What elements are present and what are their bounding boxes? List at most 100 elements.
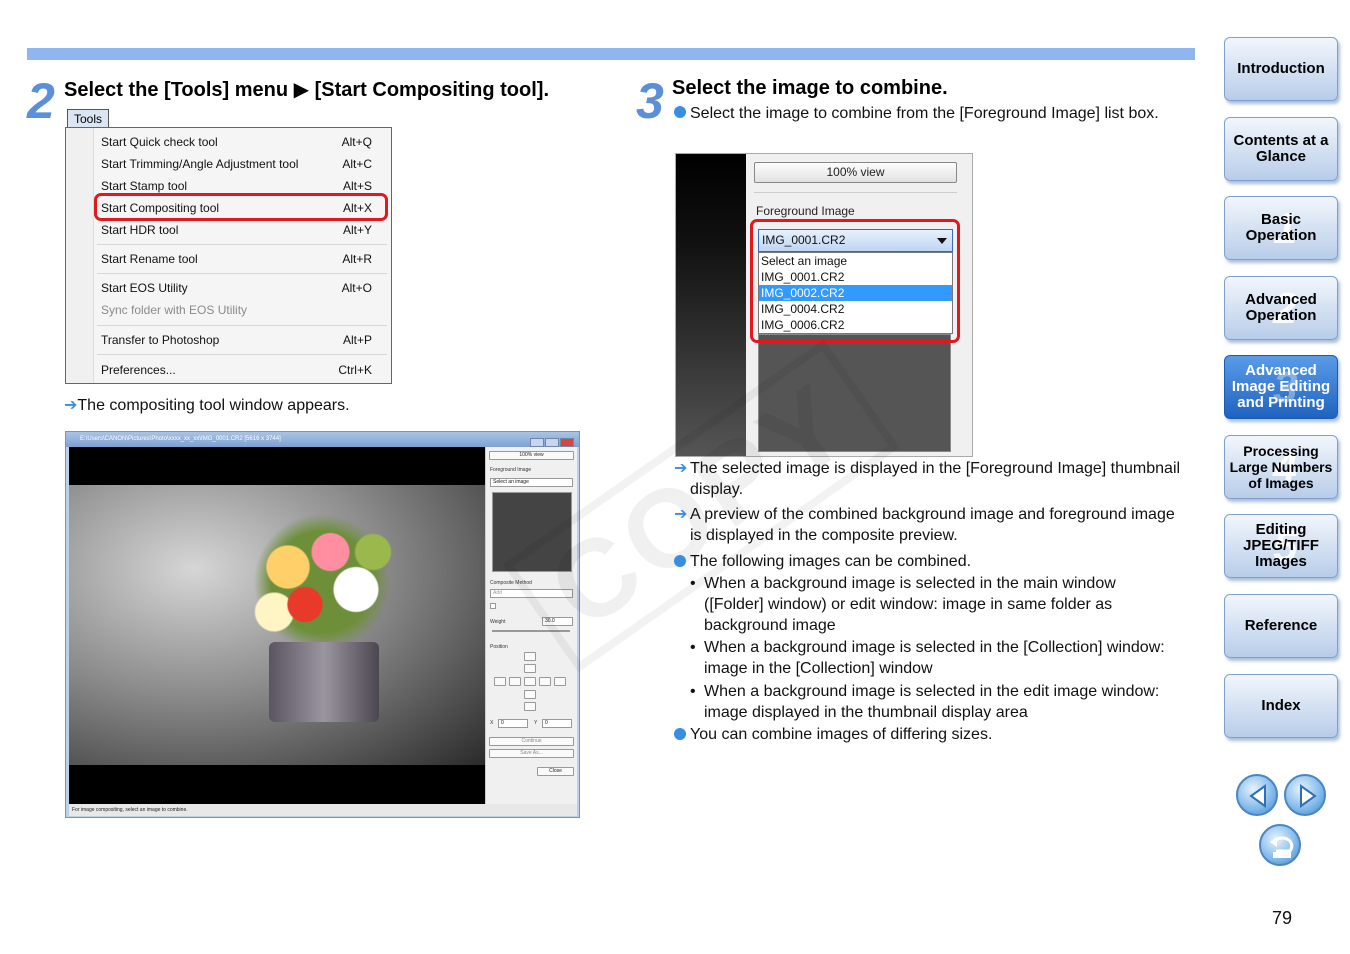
step-2-title: Select the [Tools] menu ▶ [Start Composi… xyxy=(64,79,550,101)
sub-bullet-3: When a background image is selected in t… xyxy=(704,683,1160,721)
menu-item-hdr[interactable]: Start HDR tool Alt+Y xyxy=(101,220,386,240)
step-3-intro: Select the image to combine from the [Fo… xyxy=(690,105,1159,122)
move-center-button[interactable] xyxy=(524,677,536,686)
position-label: Position xyxy=(490,644,508,650)
menu-item-eos-utility[interactable]: Start EOS Utility Alt+O xyxy=(101,278,386,298)
x-value[interactable]: 0 xyxy=(498,719,528,728)
nav-label: Advanced Operation xyxy=(1245,291,1317,324)
menu-item-preferences[interactable]: Preferences... Ctrl+K xyxy=(101,360,386,380)
menu-item-photoshop[interactable]: Transfer to Photoshop Alt+P xyxy=(101,330,386,350)
next-page-icon[interactable] xyxy=(1284,774,1326,816)
bullet-dot-icon xyxy=(674,106,686,118)
nav-advanced-operation[interactable]: 2 Advanced Operation xyxy=(1224,276,1338,340)
menu-item-shortcut: Alt+O xyxy=(341,281,372,295)
nav-contents[interactable]: Contents at a Glance xyxy=(1224,117,1338,181)
menu-item-shortcut: Ctrl+K xyxy=(338,363,372,377)
step-2-result-text: The compositing tool window appears. xyxy=(77,397,350,414)
menu-item-shortcut: Alt+P xyxy=(342,333,372,347)
move-down-button[interactable] xyxy=(524,690,536,699)
option-checkbox[interactable] xyxy=(490,603,496,609)
menu-separator xyxy=(97,273,387,274)
fg-image-select[interactable]: Select an image xyxy=(490,478,573,487)
sizes-text: You can combine images of differing size… xyxy=(690,726,993,743)
close-button[interactable]: Close xyxy=(537,767,574,776)
menu-item-label: Start Rename tool xyxy=(101,252,198,266)
highlight-fg-list xyxy=(750,219,960,343)
maximize-icon[interactable] xyxy=(545,438,559,447)
divider xyxy=(754,192,957,193)
nav-basic-operation[interactable]: 1 Basic Operation xyxy=(1224,196,1338,260)
bullet-dot-icon xyxy=(674,728,686,740)
window-buttons xyxy=(529,434,577,447)
menu-item-sync-folder: Sync folder with EOS Utility xyxy=(101,300,386,320)
nav-processing-large-numbers[interactable]: 4 Processing Large Numbers of Images xyxy=(1224,435,1338,499)
nav-label: Basic Operation xyxy=(1245,211,1317,244)
fg-image-label: Foreground Image xyxy=(756,204,855,218)
menu-item-rename[interactable]: Start Rename tool Alt+R xyxy=(101,249,386,269)
nav-introduction[interactable]: Introduction xyxy=(1224,37,1338,101)
minimize-icon[interactable] xyxy=(530,438,544,447)
close-icon[interactable] xyxy=(560,438,574,447)
return-icon[interactable] xyxy=(1259,824,1301,866)
weight-label: Weight xyxy=(490,619,506,625)
menu-item-label: Start HDR tool xyxy=(101,223,179,237)
move-top-button[interactable] xyxy=(524,652,536,661)
menu-item-shortcut: Alt+C xyxy=(342,157,372,171)
result-arrow-icon: ➔ xyxy=(674,506,688,523)
fg-image-label: Foreground Image xyxy=(490,467,532,473)
sub-bullet-1: When a background image is selected in t… xyxy=(704,575,1116,634)
menu-item-label: Start Trimming/Angle Adjustment tool xyxy=(101,157,299,171)
nav-label: Advanced Image Editing and Printing xyxy=(1231,362,1331,411)
nav-label: Processing Large Numbers of Images xyxy=(1229,443,1333,491)
tools-menu: Start Quick check tool Alt+Q Start Trimm… xyxy=(65,127,392,384)
move-bottom-button[interactable] xyxy=(524,702,536,711)
menu-item-label: Transfer to Photoshop xyxy=(101,333,220,347)
nav-label: Introduction xyxy=(1237,60,1325,77)
y-value[interactable]: 0 xyxy=(542,719,572,728)
menu-separator xyxy=(97,325,387,326)
step-3-result-2-text: A preview of the combined background ima… xyxy=(690,506,1175,544)
highlight-compositing-tool xyxy=(94,193,388,221)
step-3-number: 3 xyxy=(636,73,664,129)
move-left-button[interactable] xyxy=(509,677,521,686)
nav-advanced-image-editing[interactable]: 3 Advanced Image Editing and Printing xyxy=(1224,355,1338,419)
menu-gutter xyxy=(66,128,94,383)
nav-editing-jpeg-tiff[interactable]: 5 Editing JPEG/TIFF Images xyxy=(1224,514,1338,578)
nav-index[interactable]: Index xyxy=(1224,674,1338,738)
sub-bullet-icon: • xyxy=(690,683,696,700)
move-far-left-button[interactable] xyxy=(494,677,506,686)
step-3-title: Select the image to combine. xyxy=(672,77,948,99)
step-3-result-1: ➔ The selected image is displayed in the… xyxy=(674,458,1184,500)
sub-bullet-icon: • xyxy=(690,639,696,656)
tools-menu-tab[interactable]: Tools xyxy=(67,109,109,128)
vase-image xyxy=(269,642,379,722)
save-as-button[interactable]: Save As... xyxy=(489,749,574,758)
nav-label: Index xyxy=(1261,697,1301,714)
previous-page-icon[interactable] xyxy=(1236,774,1278,816)
result-arrow-icon: ➔ xyxy=(674,460,688,477)
menu-item-shortcut: Alt+Q xyxy=(341,135,372,149)
result-arrow-icon: ➔ xyxy=(64,397,78,414)
sub-bullet-2: When a background image is selected in t… xyxy=(704,639,1165,677)
nav-label: Contents at a Glance xyxy=(1233,132,1329,165)
move-right-button[interactable] xyxy=(539,677,551,686)
move-far-right-button[interactable] xyxy=(554,677,566,686)
menu-item-shortcut: Alt+R xyxy=(342,252,372,266)
menu-item-label: Preferences... xyxy=(101,363,176,377)
menu-item-label: Sync folder with EOS Utility xyxy=(101,303,248,317)
page-number: 79 xyxy=(1272,908,1293,928)
step-2-result: ➔The compositing tool window appears. xyxy=(64,395,350,415)
move-up-button[interactable] xyxy=(524,664,536,673)
view-100-button[interactable]: 100% view xyxy=(754,162,957,183)
nav-label: Reference xyxy=(1244,617,1318,634)
window-title: E:\Users\CANON\Pictures\Photo\xxxx_xx_xx… xyxy=(66,432,579,447)
can-combine-text: The following images can be combined. xyxy=(690,553,972,570)
continue-button[interactable]: Continue xyxy=(489,737,574,746)
step-2-number: 2 xyxy=(27,73,55,129)
header-rule xyxy=(27,48,1195,60)
nav-reference[interactable]: Reference xyxy=(1224,594,1338,658)
menu-item-trimming[interactable]: Start Trimming/Angle Adjustment tool Alt… xyxy=(101,154,386,174)
menu-item-quick-check[interactable]: Start Quick check tool Alt+Q xyxy=(101,132,386,152)
x-label: X xyxy=(490,720,494,726)
view-100-button[interactable]: 100% view xyxy=(489,451,574,460)
